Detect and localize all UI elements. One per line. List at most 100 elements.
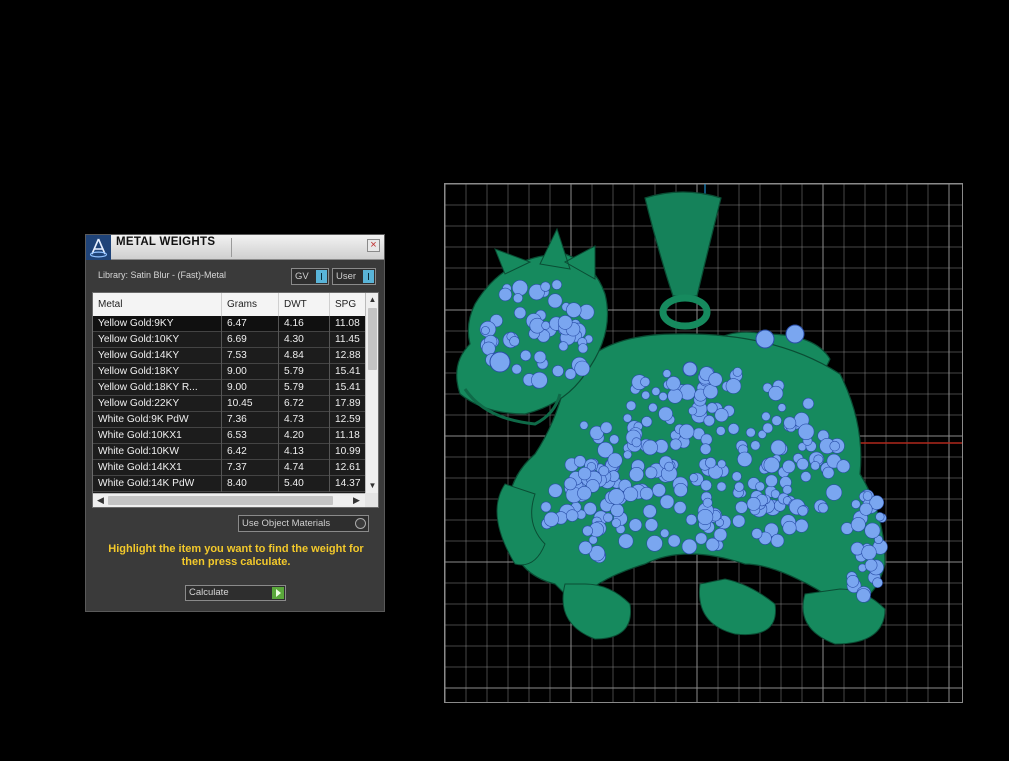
use-object-materials-toggle[interactable]: Use Object Materials [238, 515, 369, 532]
gem [608, 488, 625, 505]
gem [481, 326, 490, 335]
gem [547, 293, 563, 309]
gem [810, 461, 820, 471]
cell-dwt: 5.79 [279, 364, 330, 380]
gem [768, 385, 784, 401]
gem [755, 329, 775, 349]
gem [540, 501, 552, 513]
gem [666, 376, 681, 391]
gem [498, 287, 512, 302]
3d-viewport[interactable] [444, 183, 963, 703]
gem [751, 528, 763, 540]
table-row[interactable]: Yellow Gold:9KY 6.47 4.16 11.08 [93, 316, 365, 332]
gem [628, 518, 643, 532]
cell-dwt: 6.72 [279, 396, 330, 412]
table-row[interactable]: White Gold:9K PdW 7.36 4.73 12.59 [93, 412, 365, 428]
gem [659, 494, 675, 509]
table-row[interactable]: Yellow Gold:18KY R... 9.00 5.79 15.41 [93, 380, 365, 396]
gem [513, 293, 524, 304]
gem [688, 406, 697, 416]
horizontal-scrollbar[interactable]: ◀ ▶ [93, 493, 365, 507]
cell-grams: 6.42 [222, 444, 279, 460]
gem [765, 474, 778, 488]
gem [689, 473, 699, 483]
gem [623, 486, 639, 502]
gv-toggle[interactable]: GV [291, 268, 329, 285]
cell-metal: White Gold:10KW [93, 444, 222, 460]
table-row[interactable]: Yellow Gold:22KY 10.45 6.72 17.89 [93, 396, 365, 412]
gem [770, 533, 785, 548]
column-header-metal[interactable]: Metal [93, 293, 222, 316]
gem [607, 452, 623, 468]
table-row[interactable]: White Gold:10KW 6.42 4.13 10.99 [93, 444, 365, 460]
gem [664, 461, 674, 472]
table-row[interactable]: Yellow Gold:14KY 7.53 4.84 12.88 [93, 348, 365, 364]
horizontal-scroll-thumb[interactable] [108, 496, 333, 505]
gem [543, 511, 559, 527]
table-row[interactable]: White Gold:14K PdW 8.40 5.40 14.37 [93, 476, 365, 492]
cell-dwt: 5.79 [279, 380, 330, 396]
scroll-down-icon[interactable]: ▼ [366, 479, 378, 492]
table-row[interactable]: Yellow Gold:18KY 9.00 5.79 15.41 [93, 364, 365, 380]
gem [717, 459, 727, 469]
panel-titlebar[interactable]: METAL WEIGHTS × [86, 235, 384, 260]
gem [623, 413, 633, 423]
cell-spg: 14.37 [335, 478, 361, 489]
gem [745, 427, 756, 438]
gem [785, 324, 805, 344]
calculate-button[interactable]: Calculate [185, 585, 286, 601]
cell-grams: 7.36 [222, 412, 279, 428]
hint-text: Highlight the item you want to find the … [108, 543, 364, 568]
vertical-scrollbar[interactable]: ▲ ▼ [365, 293, 378, 493]
cell-grams: 7.53 [222, 348, 279, 364]
column-header-grams[interactable]: Grams [222, 293, 279, 316]
scroll-left-icon[interactable]: ◀ [94, 494, 107, 507]
gem [822, 466, 835, 479]
scroll-up-icon[interactable]: ▲ [366, 293, 378, 306]
gem [836, 459, 851, 474]
gem [731, 471, 742, 482]
column-header-spg[interactable]: SPG [330, 293, 366, 316]
gem [697, 508, 714, 525]
cell-dwt: 4.74 [279, 460, 330, 476]
column-header-dwt[interactable]: DWT [279, 293, 330, 316]
library-label: Library: Satin Blur - (Fast)-Metal [98, 270, 227, 280]
gem [557, 315, 573, 330]
cell-dwt: 5.40 [279, 476, 330, 492]
gem [725, 378, 742, 394]
cell-grams: 9.00 [222, 364, 279, 380]
gem [574, 455, 587, 468]
gem [875, 512, 885, 522]
gem [564, 368, 577, 380]
gem [817, 502, 829, 514]
gem [859, 502, 873, 516]
scroll-right-icon[interactable]: ▶ [350, 494, 363, 507]
cell-metal: Yellow Gold:22KY [93, 396, 222, 412]
close-button[interactable]: × [367, 239, 380, 252]
gem [846, 574, 860, 588]
gem [652, 483, 666, 498]
gem [641, 390, 651, 400]
user-toggle[interactable]: User [332, 268, 376, 285]
table-row[interactable]: Yellow Gold:10KY 6.69 4.30 11.45 [93, 332, 365, 348]
metal-weights-panel: METAL WEIGHTS × Library: Satin Blur - (F… [85, 234, 385, 612]
play-arrow-icon [272, 587, 284, 599]
table-row[interactable]: White Gold:14KX1 7.37 4.74 12.61 [93, 460, 365, 476]
gem [872, 577, 883, 589]
gem [658, 392, 668, 402]
table-row[interactable]: White Gold:10KX1 6.53 4.20 11.18 [93, 428, 365, 444]
table-header: Metal Grams DWT SPG [93, 293, 365, 316]
gem [708, 372, 723, 387]
gem [626, 400, 637, 411]
vertical-scroll-thumb[interactable] [368, 308, 377, 370]
cell-grams: 8.40 [222, 476, 279, 492]
gem [862, 491, 873, 501]
gem [610, 503, 624, 518]
gem [541, 320, 551, 330]
gem [825, 484, 843, 501]
cell-metal: White Gold:14KX1 [93, 460, 222, 476]
toggle-switch-icon [363, 270, 374, 283]
gem [705, 457, 717, 469]
gem [796, 458, 809, 471]
gem [685, 514, 697, 526]
